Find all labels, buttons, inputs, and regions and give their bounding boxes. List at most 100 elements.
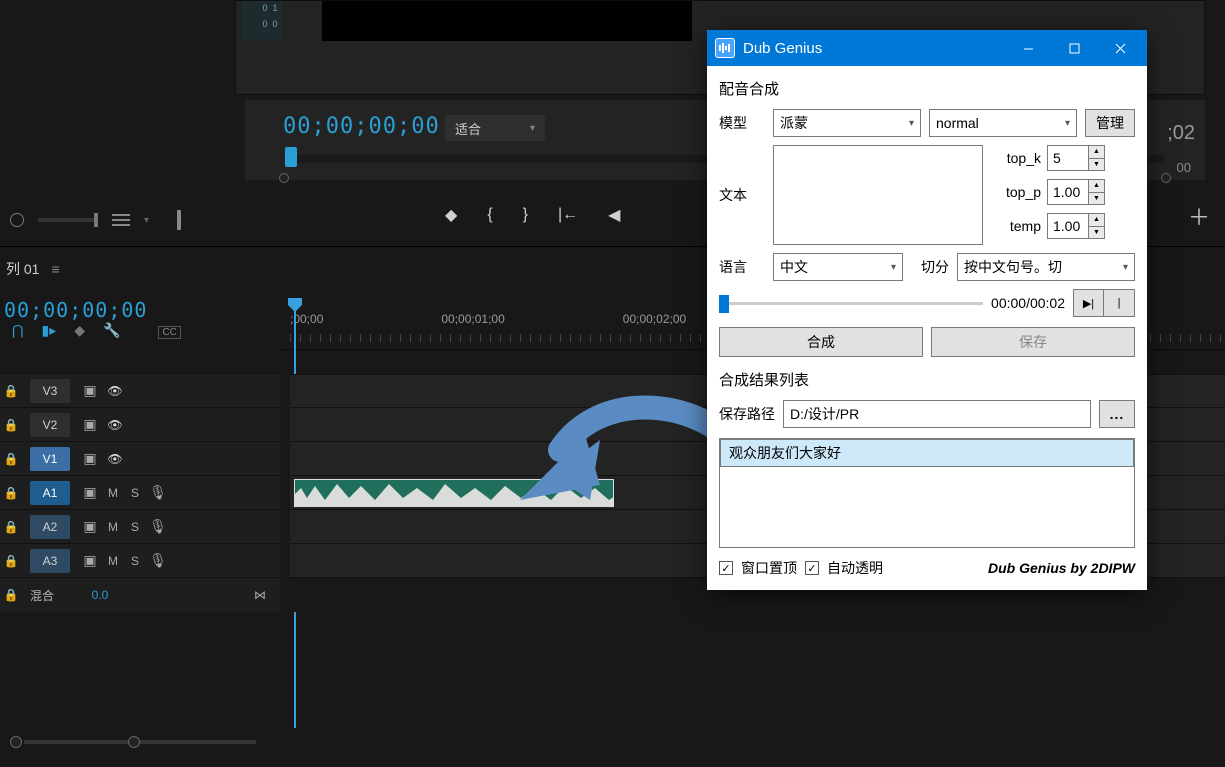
model-select[interactable]: 派蒙 ▾ — [773, 109, 921, 137]
dialog-titlebar[interactable]: Dub Genius — [707, 30, 1147, 66]
browse-button[interactable]: ... — [1099, 400, 1135, 428]
lock-icon[interactable]: 🔒 — [0, 588, 22, 602]
split-value: 按中文句号。切 — [964, 257, 1062, 277]
topk-spinner[interactable]: 5 ▲▼ — [1047, 145, 1105, 171]
mute-button[interactable]: M — [102, 486, 124, 500]
sequence-title[interactable]: 列 01 — [6, 259, 39, 279]
mark-in-icon[interactable]: { — [487, 206, 492, 224]
spinner-down-icon[interactable]: ▼ — [1089, 227, 1104, 239]
text-input[interactable] — [773, 145, 983, 245]
mic-icon[interactable]: 🎙 — [146, 484, 170, 501]
mix-value[interactable]: 0.0 — [70, 588, 130, 602]
source-patch-icon[interactable]: ▣ — [78, 484, 102, 501]
monitor-timecode[interactable]: 00;00;00;00 — [283, 114, 440, 139]
lock-icon[interactable]: 🔒 — [0, 520, 22, 534]
track-label[interactable]: A2 — [30, 515, 70, 539]
checkbox-autotrans[interactable]: ✓ — [805, 561, 819, 575]
slider-thumb-icon[interactable] — [719, 295, 729, 313]
mic-icon[interactable]: 🎙 — [146, 518, 170, 535]
mute-button[interactable]: M — [102, 520, 124, 534]
solo-button[interactable]: S — [124, 520, 146, 534]
lang-select[interactable]: 中文 ▾ — [773, 253, 903, 281]
source-patch-icon[interactable]: ▣ — [78, 416, 102, 433]
left-knob-icon[interactable] — [10, 213, 24, 227]
hamburger-icon[interactable] — [112, 214, 130, 226]
zoom-fit-select[interactable]: 适合 ▾ — [445, 115, 545, 141]
scrubber-left-handle[interactable] — [279, 173, 289, 183]
source-patch-icon[interactable]: ▣ — [78, 382, 102, 399]
mark-out-icon[interactable]: } — [523, 206, 528, 224]
credit-label: Dub Genius by 2DIPW — [988, 560, 1135, 576]
zoom-fit-label: 适合 — [455, 119, 481, 138]
save-path-input[interactable] — [783, 400, 1091, 428]
track-label[interactable]: A3 — [30, 549, 70, 573]
track-label[interactable]: A1 — [30, 481, 70, 505]
temp-spinner[interactable]: 1.00 ▲▼ — [1047, 213, 1105, 239]
add-marker-icon[interactable]: ◆ — [445, 205, 457, 225]
timeline-zoom-scroll[interactable] — [10, 736, 270, 746]
eye-icon[interactable]: 👁 — [102, 384, 128, 398]
eye-icon[interactable]: 👁 — [102, 418, 128, 432]
linked-selection-icon[interactable]: ▮▸ — [41, 322, 56, 339]
chevron-down-icon: ▾ — [1065, 118, 1070, 129]
progress-slider[interactable] — [719, 293, 983, 313]
sequence-menu-icon[interactable]: ≡ — [51, 261, 59, 277]
spinner-up-icon[interactable]: ▲ — [1089, 180, 1104, 193]
track-label[interactable]: V1 — [30, 447, 70, 471]
lang-value: 中文 — [780, 257, 808, 277]
style-select[interactable]: normal ▾ — [929, 109, 1077, 137]
split-select[interactable]: 按中文句号。切 ▾ — [957, 253, 1135, 281]
mic-icon[interactable]: 🎙 — [146, 552, 170, 569]
lock-icon[interactable]: 🔒 — [0, 486, 22, 500]
stop-button[interactable]: | — [1104, 290, 1134, 316]
lock-icon[interactable]: 🔒 — [0, 418, 22, 432]
chevron-down-icon: ▾ — [909, 118, 914, 129]
bowtie-icon[interactable]: ⋈ — [254, 588, 266, 602]
close-button[interactable] — [1097, 30, 1143, 66]
cc-badge[interactable]: CC — [158, 326, 180, 339]
chevron-down-icon[interactable]: ▾ — [144, 215, 149, 226]
eye-icon[interactable]: 👁 — [102, 452, 128, 466]
step-back-icon[interactable]: ◀ — [608, 205, 620, 225]
spinner-down-icon[interactable]: ▼ — [1089, 159, 1104, 171]
results-listbox[interactable]: 观众朋友们大家好 — [719, 438, 1135, 548]
manage-button[interactable]: 管理 — [1085, 109, 1135, 137]
checkbox-topmost[interactable]: ✓ — [719, 561, 733, 575]
solo-button[interactable]: S — [124, 554, 146, 568]
source-patch-icon[interactable]: ▣ — [78, 450, 102, 467]
maximize-button[interactable] — [1051, 30, 1097, 66]
zoom-left-handle[interactable] — [10, 736, 22, 748]
solo-button[interactable]: S — [124, 486, 146, 500]
track-header-a1: 🔒 A1 ▣ M S 🎙 — [0, 476, 280, 510]
chevron-down-icon: ▾ — [1123, 262, 1128, 273]
go-to-in-icon[interactable]: |← — [558, 206, 578, 224]
topp-spinner[interactable]: 1.00 ▲▼ — [1047, 179, 1105, 205]
save-button[interactable]: 保存 — [931, 327, 1135, 357]
left-zoom-slider[interactable] — [38, 218, 98, 222]
minimize-button[interactable] — [1005, 30, 1051, 66]
synth-button[interactable]: 合成 — [719, 327, 923, 357]
spinner-down-icon[interactable]: ▼ — [1089, 193, 1104, 205]
marker-icon[interactable]: ◆ — [74, 322, 85, 339]
add-button-icon[interactable]: ＋ — [1188, 200, 1210, 232]
spinner-up-icon[interactable]: ▲ — [1089, 214, 1104, 227]
scrubber-right-handle[interactable] — [1161, 173, 1171, 183]
scrubber-playhead-icon[interactable] — [285, 147, 297, 167]
source-patch-icon[interactable]: ▣ — [78, 552, 102, 569]
mix-label: 混合 — [22, 587, 70, 604]
preview-ruler: 1 0 0 0 — [242, 1, 282, 41]
snap-icon[interactable]: ⋂ — [12, 322, 23, 339]
source-patch-icon[interactable]: ▣ — [78, 518, 102, 535]
audio-clip[interactable]: fx — [294, 479, 614, 507]
wrench-icon[interactable]: 🔧 — [103, 322, 120, 339]
lock-icon[interactable]: 🔒 — [0, 452, 22, 466]
play-button[interactable]: ▶| — [1074, 290, 1104, 316]
zoom-right-handle[interactable] — [128, 736, 140, 748]
track-label[interactable]: V2 — [30, 413, 70, 437]
mute-button[interactable]: M — [102, 554, 124, 568]
lock-icon[interactable]: 🔒 — [0, 554, 22, 568]
list-item[interactable]: 观众朋友们大家好 — [720, 439, 1134, 467]
lock-icon[interactable]: 🔒 — [0, 384, 22, 398]
spinner-up-icon[interactable]: ▲ — [1089, 146, 1104, 159]
track-label[interactable]: V3 — [30, 379, 70, 403]
